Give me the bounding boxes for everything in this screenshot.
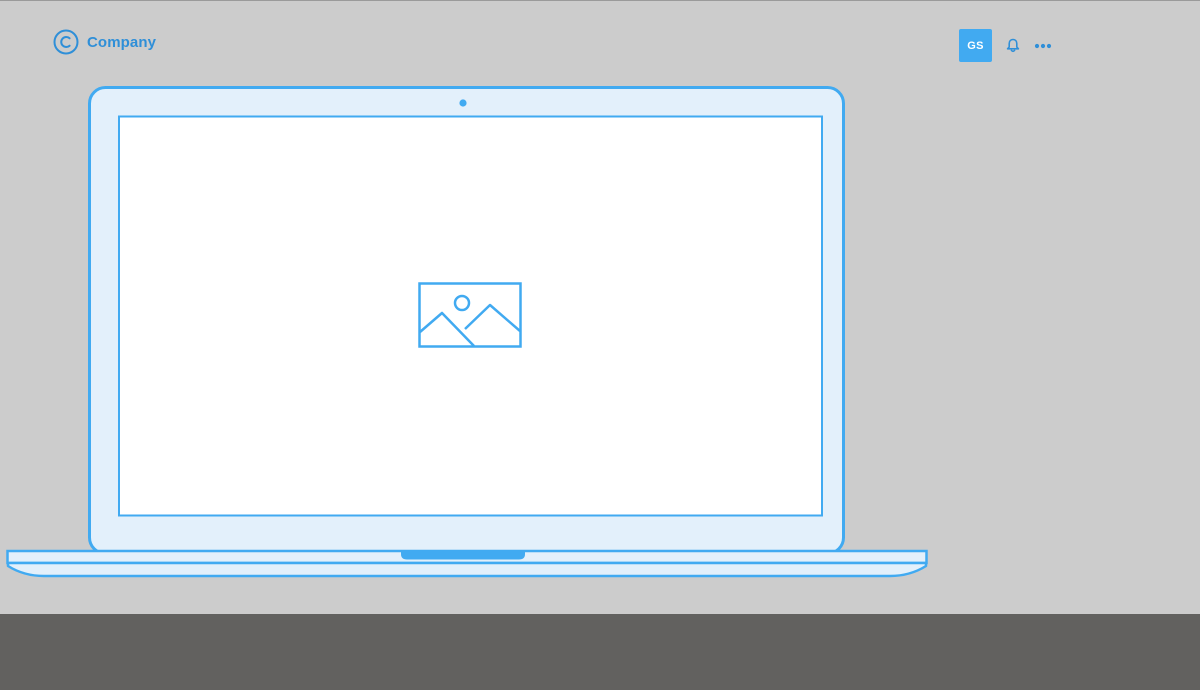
avatar[interactable]: GS <box>959 29 992 62</box>
laptop-base-bottom <box>6 561 928 578</box>
user-toolbar: GS <box>959 29 1054 62</box>
notifications-button[interactable] <box>1004 37 1022 55</box>
image-placeholder-icon <box>418 282 522 348</box>
screen-content <box>120 117 822 515</box>
bell-icon <box>1006 38 1020 53</box>
page-background: Company GS <box>0 0 1200 614</box>
more-horizontal-icon <box>1034 43 1052 48</box>
more-options-button[interactable] <box>1032 37 1054 55</box>
laptop-camera <box>459 99 467 107</box>
footer-band <box>0 614 1200 690</box>
laptop-hinge-notch <box>401 551 525 560</box>
